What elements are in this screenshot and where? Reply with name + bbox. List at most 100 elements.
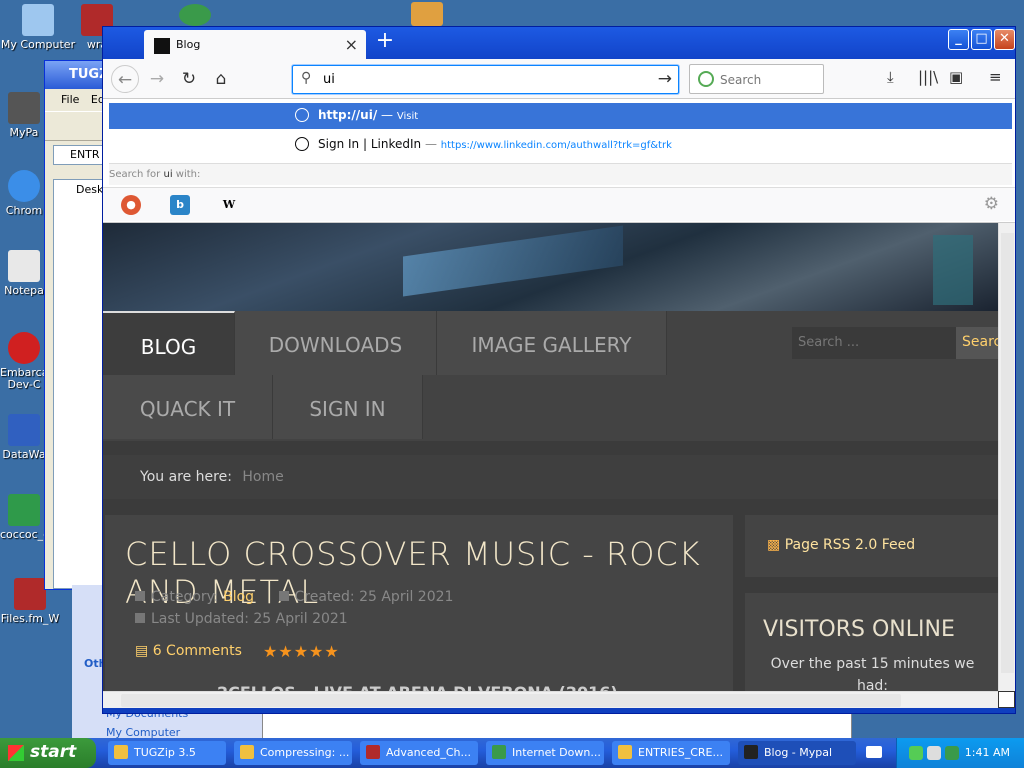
scrollbar-thumb[interactable] xyxy=(1001,233,1014,673)
taskbar-item-entries[interactable]: ENTRIES_CRE... xyxy=(612,741,730,765)
maximize-button[interactable]: □ xyxy=(971,29,992,50)
dropdown-row-text: Sign In | LinkedIn — https://www.linkedi… xyxy=(318,137,672,151)
desktop-icon-chrome[interactable]: Chrom xyxy=(0,170,48,217)
scrollbar-thumb[interactable] xyxy=(121,694,901,707)
url-dropdown: http://ui/ — Visit Sign In | LinkedIn — … xyxy=(103,99,1015,223)
vertical-scrollbar[interactable] xyxy=(998,223,1015,691)
breadcrumb-home-link[interactable]: Home xyxy=(242,469,283,485)
search-for-suffix: with: xyxy=(175,169,201,180)
desktop-icon-label: My Computer xyxy=(0,38,76,51)
tab-title: Blog xyxy=(176,38,201,51)
nav-downloads[interactable]: DOWNLOADS xyxy=(235,311,437,375)
banner-detail xyxy=(933,235,973,305)
search-for-label: Search for ui with: xyxy=(109,163,1012,185)
menu-file[interactable]: File xyxy=(61,93,79,106)
dropdown-suggestion-row[interactable]: Sign In | LinkedIn — https://www.linkedi… xyxy=(109,132,1012,158)
reload-button[interactable]: ↻ xyxy=(175,65,203,93)
taskbar-label: TUGZip 3.5 xyxy=(134,746,196,759)
minimize-button[interactable]: _ xyxy=(948,29,969,50)
breadcrumb-label: You are here: xyxy=(140,469,232,485)
home-button[interactable]: ⌂ xyxy=(207,65,235,93)
go-arrow-icon[interactable]: → xyxy=(658,69,672,89)
desktop-icon-label: MyPa xyxy=(9,126,39,139)
taskbar-label: Internet Down... xyxy=(512,746,601,759)
download-icon[interactable]: ⤓ xyxy=(887,68,894,86)
site-search-button[interactable]: Search xyxy=(956,327,998,359)
category-link[interactable]: Blog xyxy=(223,589,254,605)
desktop-icon-my-computer[interactable]: My Computer xyxy=(0,4,76,51)
back-button[interactable]: ← xyxy=(111,65,139,93)
site-search-input[interactable]: Search ... xyxy=(792,327,956,359)
rss-link[interactable]: ▩ Page RSS 2.0 Feed xyxy=(767,537,915,553)
app-icon xyxy=(492,745,506,759)
wikipedia-icon[interactable]: W xyxy=(219,195,239,215)
bing-icon[interactable]: b xyxy=(170,195,190,215)
gear-icon[interactable]: ⚙ xyxy=(984,194,999,214)
horizontal-scrollbar[interactable] xyxy=(103,691,998,708)
desktop-icon-label: Files.fm_W xyxy=(0,612,60,625)
taskbar-item-blog-mypal[interactable]: Blog - Mypal xyxy=(738,741,856,765)
url-input-value[interactable]: ui xyxy=(323,72,335,87)
taskbar-label: ENTRIES_CRE... xyxy=(638,746,723,759)
navigation-toolbar: ← → ↻ ⌂ ⚲ ui → Search ⤓ |||\ ▣ ≡ xyxy=(103,59,1015,99)
network-icon[interactable] xyxy=(909,746,923,760)
nav-quack-it[interactable]: QUACK IT xyxy=(103,375,273,439)
desktop-icon-package[interactable] xyxy=(410,2,444,29)
star-rating[interactable]: ★★★★★ xyxy=(263,642,340,661)
tab-blog[interactable]: Blog × xyxy=(144,30,366,59)
globe-icon xyxy=(179,4,211,26)
rss-module: ▩ Page RSS 2.0 Feed xyxy=(745,515,998,577)
keyboard-icon[interactable] xyxy=(866,746,882,758)
search-for-term: ui xyxy=(163,169,173,180)
app-icon xyxy=(240,745,254,759)
tray-app-icon[interactable] xyxy=(945,746,959,760)
new-tab-button[interactable]: + xyxy=(371,29,399,55)
url-input[interactable]: ⚲ ui → xyxy=(292,65,679,94)
nav-image-gallery[interactable]: IMAGE GALLERY xyxy=(437,311,667,375)
taskbar-item-advanced[interactable]: Advanced_Ch... xyxy=(360,741,478,765)
library-icon[interactable]: |||\ xyxy=(918,68,938,86)
data-icon xyxy=(8,414,40,446)
taskbar-item-internet-download[interactable]: Internet Down... xyxy=(486,741,604,765)
desktop-icon-coccoc[interactable]: coccoc_e xyxy=(0,494,48,541)
close-window-button[interactable]: ✕ xyxy=(994,29,1015,50)
clock[interactable]: 1:41 AM xyxy=(965,746,1010,759)
taskbar-item-tugzip[interactable]: TUGZip 3.5 xyxy=(108,741,226,765)
scroll-corner xyxy=(998,691,1015,708)
search-input[interactable]: Search xyxy=(689,64,824,94)
taskbar: start TUGZip 3.5 Compressing: ... Advanc… xyxy=(0,738,1024,768)
desktop-icon-datawa[interactable]: DataWa xyxy=(0,414,48,461)
desktop-icon-label: Embarca Dev-C xyxy=(0,366,48,391)
windows-logo-icon xyxy=(8,745,24,761)
tab-close-icon[interactable]: × xyxy=(345,35,358,54)
start-button[interactable]: start xyxy=(0,738,96,768)
nav-sign-in[interactable]: SIGN IN xyxy=(273,375,423,439)
article-category: Category: Blog Created: 25 April 2021 xyxy=(135,589,453,605)
comments-link[interactable]: ▤ 6 Comments xyxy=(135,643,242,659)
desktop-icon-label: coccoc_e xyxy=(0,528,48,541)
nav-blog[interactable]: BLOG xyxy=(103,311,235,375)
menu-icon[interactable]: ≡ xyxy=(989,68,1002,86)
app-icon xyxy=(744,745,758,759)
dropdown-visit-row[interactable]: http://ui/ — Visit xyxy=(109,103,1012,129)
dropdown-row-text: http://ui/ — Visit xyxy=(318,108,418,122)
forward-button[interactable]: → xyxy=(143,65,171,93)
suggestion-dash: — xyxy=(424,137,437,151)
desktop-icon-embarcadero[interactable]: Embarca Dev-C xyxy=(0,332,48,391)
duckduckgo-icon[interactable]: ● xyxy=(121,195,141,215)
dev-icon xyxy=(8,332,40,364)
sidebar-icon[interactable]: ▣ xyxy=(949,68,963,86)
visitors-module: VISITORS ONLINE Over the past 15 minutes… xyxy=(745,593,998,691)
suggestion-title-b: LinkedIn xyxy=(370,137,422,151)
taskbar-label: Advanced_Ch... xyxy=(386,746,471,759)
volume-icon[interactable] xyxy=(927,746,941,760)
browser-window[interactable]: Blog × + _ □ ✕ ← → ↻ ⌂ ⚲ ui → Search ⤓ |… xyxy=(102,26,1016,714)
desktop-icon-mypal[interactable]: MyPa xyxy=(0,92,48,139)
visitors-title: VISITORS ONLINE xyxy=(763,617,955,642)
web-page: BLOG DOWNLOADS IMAGE GALLERY QUACK IT SI… xyxy=(103,223,998,691)
article: CELLO CROSSOVER MUSIC - ROCK AND METAL C… xyxy=(105,515,733,691)
search-placeholder: Search xyxy=(720,73,762,87)
updated-date: Last Updated: 25 April 2021 xyxy=(151,611,348,627)
taskbar-item-compressing[interactable]: Compressing: ... xyxy=(234,741,352,765)
desktop-icon-notepad[interactable]: Notepa xyxy=(0,250,48,297)
